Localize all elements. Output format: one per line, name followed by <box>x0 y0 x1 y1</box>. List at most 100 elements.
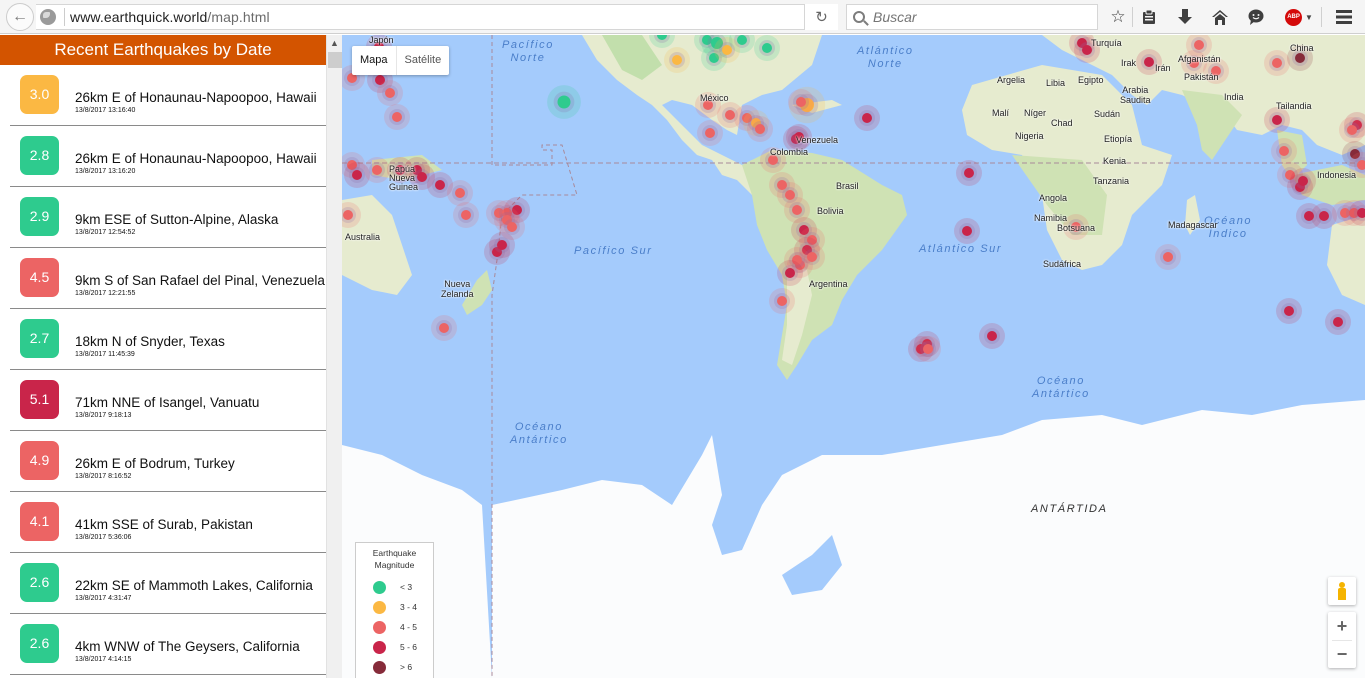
toolbar-divider <box>1132 7 1133 27</box>
quake-marker[interactable] <box>1279 146 1289 156</box>
quake-marker[interactable] <box>461 210 471 220</box>
quake-marker[interactable] <box>435 180 445 190</box>
reading-list-icon[interactable] <box>1138 6 1160 28</box>
quake-marker[interactable] <box>557 95 571 109</box>
sidebar-title: Recent Earthquakes by Date <box>0 35 326 65</box>
back-button[interactable]: ← <box>6 3 34 31</box>
country-label: Malí <box>992 108 1010 118</box>
scroll-up-arrow-icon[interactable]: ▲ <box>327 35 342 51</box>
quake-list-item[interactable]: 2.9 9km ESE of Sutton-Alpine, Alaska 13/8/… <box>10 187 326 248</box>
quake-marker[interactable] <box>792 205 802 215</box>
quake-marker[interactable] <box>417 172 427 182</box>
quake-marker[interactable] <box>1272 115 1282 125</box>
quake-marker[interactable] <box>1284 306 1294 316</box>
quake-marker[interactable] <box>1319 211 1329 221</box>
quake-marker[interactable] <box>705 128 715 138</box>
map-type-map-button[interactable]: Mapa <box>352 46 397 75</box>
quake-marker[interactable] <box>777 296 787 306</box>
quake-marker[interactable] <box>497 240 507 250</box>
legend-row: 4 - 5 <box>356 617 433 637</box>
country-label: Kenia <box>1103 156 1127 166</box>
quake-marker[interactable] <box>1163 252 1173 262</box>
search-bar[interactable] <box>846 4 1098 30</box>
legend-label: > 6 <box>400 662 413 672</box>
quake-marker[interactable] <box>1194 40 1204 50</box>
quake-list-item[interactable]: 2.6 4km WNW of The Geysers, California 13/… <box>10 614 326 675</box>
quake-marker[interactable] <box>987 331 997 341</box>
quake-marker[interactable] <box>737 35 747 45</box>
quake-list-item[interactable]: 4.5 9km S of San Rafael del Pinal, Venezu… <box>10 248 326 309</box>
quake-marker[interactable] <box>455 188 465 198</box>
search-input[interactable] <box>873 9 1093 25</box>
country-label: Madagascar <box>1168 220 1218 230</box>
quake-time: 13/8/2017 4:14:15 <box>75 656 132 663</box>
quake-list-item[interactable]: 2.8 26km E of Honaunau-Napoopoo, Hawaii 13… <box>10 126 326 187</box>
quake-list-item[interactable]: 2.7 18km N of Snyder, Texas 13/8/2017 11:4… <box>10 309 326 370</box>
quake-place: 9km ESE of Sutton-Alpine, Alaska <box>75 212 279 227</box>
download-icon[interactable] <box>1174 6 1196 28</box>
quake-marker[interactable] <box>343 210 353 220</box>
ocean-label-pacifico-sur: Pacífico Sur <box>574 245 653 257</box>
quake-list-item[interactable]: 4.1 41km SSE of Surab, Pakistan 13/8/2017 … <box>10 492 326 553</box>
menu-icon[interactable] <box>1333 6 1355 28</box>
zoom-in-button[interactable]: + <box>1328 612 1356 640</box>
legend-title: Earthquake Magnitude <box>372 548 417 570</box>
quake-marker[interactable] <box>392 112 402 122</box>
country-label: Botsuana <box>1057 223 1096 233</box>
reload-icon: ↻ <box>815 9 828 26</box>
legend-label: 4 - 5 <box>400 622 418 632</box>
quake-marker[interactable] <box>1144 57 1154 67</box>
quake-marker[interactable] <box>352 170 362 180</box>
quake-marker[interactable] <box>796 97 806 107</box>
scroll-thumb[interactable] <box>328 52 342 68</box>
quake-place: 4km WNW of The Geysers, California <box>75 639 300 654</box>
country-label: Tanzania <box>1093 176 1130 186</box>
country-label: Papúa Nueva Guinea <box>389 164 419 192</box>
street-view-button[interactable] <box>1328 577 1356 605</box>
adblock-plus-button[interactable]: ABP ▼ <box>1283 6 1315 28</box>
country-label: Arabia Saudita <box>1120 85 1151 105</box>
country-label: Argentina <box>809 279 848 289</box>
home-icon[interactable] <box>1209 6 1231 28</box>
quake-marker[interactable] <box>1295 53 1305 63</box>
url-bar[interactable]: www.earthquick.world/map.html <box>36 4 838 30</box>
quake-marker[interactable] <box>1298 176 1308 186</box>
earthquake-map[interactable]: Pacífico Norte Atlántico Norte Pacífico … <box>342 35 1365 678</box>
url-text[interactable]: www.earthquick.world/map.html <box>70 9 270 25</box>
chat-icon[interactable] <box>1245 6 1267 28</box>
quake-marker[interactable] <box>1272 58 1282 68</box>
country-label: Libia <box>1046 78 1066 88</box>
quake-marker[interactable] <box>507 222 517 232</box>
sidebar-scrollbar[interactable]: ▲ <box>326 35 342 678</box>
quake-marker[interactable] <box>762 43 772 53</box>
reload-button[interactable]: ↻ <box>804 4 838 30</box>
quake-marker[interactable] <box>372 165 382 175</box>
quake-marker[interactable] <box>755 124 765 134</box>
map-type-satellite-button[interactable]: Satélite <box>397 46 450 75</box>
quake-list-item[interactable]: 4.9 26km E of Bodrum, Turkey 13/8/2017 8:1… <box>10 431 326 492</box>
country-label: Japón <box>369 35 394 45</box>
zoom-out-button[interactable]: − <box>1328 640 1356 668</box>
quake-marker[interactable] <box>785 268 795 278</box>
quake-marker[interactable] <box>923 344 933 354</box>
bookmark-star-icon[interactable]: ☆ <box>1107 6 1129 28</box>
country-label: Chad <box>1051 118 1073 128</box>
country-label: Bolivia <box>817 206 844 216</box>
quake-marker[interactable] <box>862 113 872 123</box>
quake-list-item[interactable]: 3.0 26km E of Honaunau-Napoopoo, Hawaii 13… <box>10 65 326 126</box>
quake-marker[interactable] <box>722 45 732 55</box>
legend-row: < 3 <box>356 577 433 597</box>
quake-marker[interactable] <box>672 55 682 65</box>
quake-marker[interactable] <box>1347 125 1357 135</box>
quake-marker[interactable] <box>385 88 395 98</box>
legend-color-dot <box>373 661 386 674</box>
quake-marker[interactable] <box>725 110 735 120</box>
quake-marker[interactable] <box>1333 317 1343 327</box>
quake-marker[interactable] <box>962 226 972 236</box>
quake-list-item[interactable]: 2.6 22km SE of Mammoth Lakes, California 1… <box>10 553 326 614</box>
quake-marker[interactable] <box>964 168 974 178</box>
quake-marker[interactable] <box>439 323 449 333</box>
country-label: Egipto <box>1078 75 1104 85</box>
quake-list-item[interactable]: 5.1 71km NNE of Isangel, Vanuatu 13/8/2017… <box>10 370 326 431</box>
zoom-control: + − <box>1328 612 1356 668</box>
